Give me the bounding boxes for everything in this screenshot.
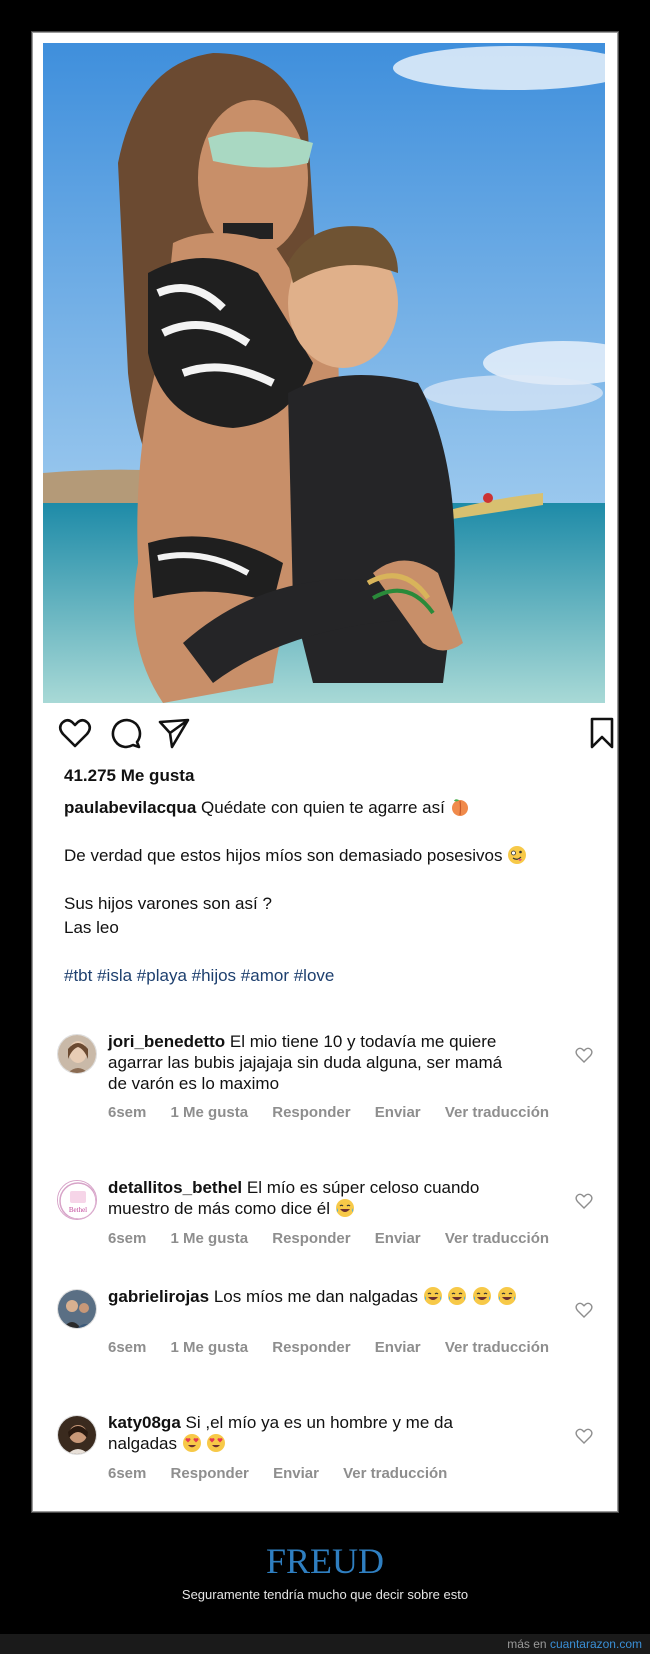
hashtag-love[interactable]: #love [294,966,335,985]
tears-of-joy-emoji-icon [448,1287,467,1305]
reply-button[interactable]: Responder [171,1465,249,1482]
comment-meta: 6sem Responder Enviar Ver traducción [108,1465,467,1482]
avatar-logo-text: Bethel [69,1206,87,1214]
send-button[interactable]: Enviar [375,1339,421,1356]
meme-title: FREUD [265,1541,385,1581]
caption-second-line: De verdad que estos hijos míos son demas… [64,844,594,868]
comment-body: detallitos_bethel El mío es súper celoso… [108,1177,518,1219]
comment-username[interactable]: katy08ga [108,1413,181,1432]
source-link[interactable]: cuantarazon.com [550,1637,642,1651]
comment-meta: 6sem 1 Me gusta Responder Enviar Ver tra… [108,1230,569,1247]
translate-button[interactable]: Ver traducción [343,1465,447,1482]
bookmark-icon[interactable] [587,716,617,750]
reply-button[interactable]: Responder [272,1339,350,1356]
avatar[interactable] [57,1289,97,1329]
comment-likes-count[interactable]: 1 Me gusta [171,1339,249,1356]
comment-body: jori_benedetto El mio tiene 10 y todavía… [108,1031,518,1094]
send-button[interactable]: Enviar [375,1230,421,1247]
comment-username[interactable]: gabrielirojas [108,1287,209,1306]
comment-meta: 6sem 1 Me gusta Responder Enviar Ver tra… [108,1339,569,1356]
comment-text: Los míos me dan nalgadas [213,1287,418,1306]
comment-username[interactable]: jori_benedetto [108,1032,225,1051]
comment-icon[interactable] [108,716,142,750]
hashtag-list: #tbt #isla #playa #hijos #amor #love [64,964,594,988]
tears-of-joy-emoji-icon [497,1287,516,1305]
like-comment-heart-icon[interactable] [575,1301,593,1319]
comment-likes-count[interactable]: 1 Me gusta [171,1230,249,1247]
comment-time: 6sem [108,1465,147,1482]
reply-button[interactable]: Responder [272,1230,350,1247]
caption-text: Quédate con quien te agarre así [201,798,445,817]
hashtag-tbt[interactable]: #tbt [64,966,92,985]
hashtag-isla[interactable]: #isla [97,966,132,985]
caption-third-line: Sus hijos varones son así ? [64,894,272,913]
comment-likes-count[interactable]: 1 Me gusta [171,1104,249,1121]
source-credit: más en cuantarazon.com [507,1637,642,1651]
post-caption: paulabevilacqua Quédate con quien te aga… [64,796,594,988]
tears-of-joy-emoji-icon [335,1199,354,1217]
translate-button[interactable]: Ver traducción [445,1104,549,1121]
send-button[interactable]: Enviar [273,1465,319,1482]
share-icon[interactable] [157,716,191,750]
post-card: 41.275 Me gusta paulabevilacqua Quédate … [31,31,619,1513]
comment-meta: 6sem 1 Me gusta Responder Enviar Ver tra… [108,1104,569,1121]
reply-button[interactable]: Responder [272,1104,350,1121]
like-comment-heart-icon[interactable] [575,1046,593,1064]
caption-username[interactable]: paulabevilacqua [64,798,196,817]
comment-body: katy08ga Si ,el mío ya es un hombre y me… [108,1412,518,1454]
caption-fourth-line: Las leo [64,918,119,937]
heart-eyes-emoji-icon [207,1434,226,1452]
hashtag-playa[interactable]: #playa [137,966,187,985]
avatar[interactable]: Bethel [57,1180,97,1220]
comment-username[interactable]: detallitos_bethel [108,1178,242,1197]
peach-emoji-icon [451,799,468,816]
meme-subtitle: Seguramente tendría mucho que decir sobr… [181,1587,469,1602]
caption-first-line: paulabevilacqua Quédate con quien te aga… [64,796,594,820]
post-photo[interactable] [43,43,605,703]
source-prefix: más en [507,1637,547,1651]
avatar[interactable] [57,1034,97,1074]
tears-of-joy-emoji-icon [473,1287,492,1305]
hashtag-hijos[interactable]: #hijos [192,966,236,985]
like-comment-heart-icon[interactable] [575,1192,593,1210]
heart-eyes-emoji-icon [182,1434,201,1452]
translate-button[interactable]: Ver traducción [445,1230,549,1247]
comment-time: 6sem [108,1104,147,1121]
comment-body: gabrielirojas Los míos me dan nalgadas [108,1286,518,1307]
comment-time: 6sem [108,1230,147,1247]
hashtag-amor[interactable]: #amor [241,966,289,985]
source-bar: más en cuantarazon.com [0,1634,650,1654]
post-actions [58,716,614,752]
like-comment-heart-icon[interactable] [575,1427,593,1445]
comment-time: 6sem [108,1339,147,1356]
translate-button[interactable]: Ver traducción [445,1339,549,1356]
send-button[interactable]: Enviar [375,1104,421,1121]
beach-photo-illustration [43,43,605,703]
zany-face-emoji-icon [508,846,527,864]
tears-of-joy-emoji-icon [423,1287,442,1305]
likes-count[interactable]: 41.275 Me gusta [64,766,194,786]
caption-line-2: De verdad que estos hijos míos son demas… [64,846,503,865]
heart-icon[interactable] [58,716,92,750]
avatar[interactable] [57,1415,97,1455]
